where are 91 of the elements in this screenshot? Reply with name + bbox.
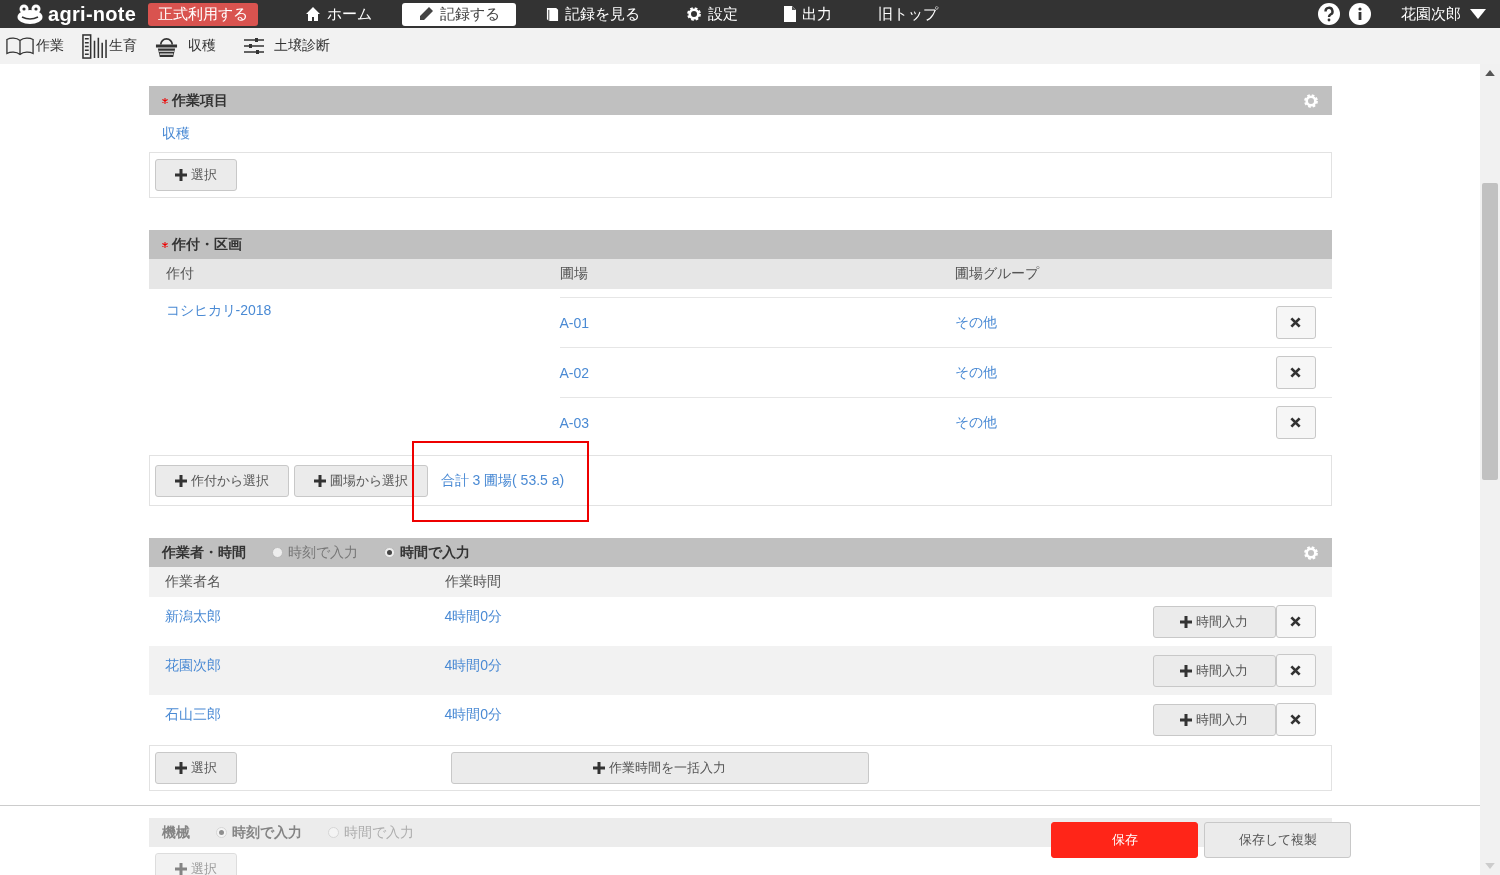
work-item-link[interactable]: 収穫 — [161, 124, 190, 143]
column-header: 作付 — [164, 265, 195, 283]
help-icon[interactable] — [1318, 3, 1340, 25]
user-menu[interactable]: 花園次郎 — [1401, 4, 1486, 24]
remove-button[interactable] — [1275, 406, 1316, 439]
section-title: 作業項目 — [171, 91, 228, 110]
nav-link[interactable]: 設定 — [670, 2, 755, 26]
nav-link[interactable]: ホーム — [289, 2, 389, 26]
open-book-icon — [6, 36, 34, 56]
radio-label: 時間で入力 — [343, 823, 414, 842]
select-button[interactable]: 作付から選択 — [154, 464, 289, 497]
plus-icon — [1180, 664, 1192, 677]
section-title: 機械 — [161, 823, 190, 842]
plus-icon — [174, 762, 187, 774]
worker-link[interactable]: 新潟太郎 — [164, 608, 221, 624]
nav-link[interactable]: 記録を見る — [530, 2, 657, 26]
select-button[interactable]: 選択 — [154, 752, 237, 784]
close-icon — [1290, 665, 1301, 676]
field-group-link[interactable]: その他 — [954, 314, 997, 330]
status-badge[interactable]: 正式利用する — [148, 2, 259, 26]
select-button[interactable]: 圃場から選択 — [293, 464, 428, 497]
save-button[interactable]: 保存 — [1051, 822, 1198, 858]
radio-label: 時刻で入力 — [287, 543, 358, 562]
radio-button[interactable] — [271, 547, 283, 558]
pencil-icon — [418, 6, 435, 22]
book-icon — [546, 6, 560, 22]
select-button[interactable]: 選択 — [154, 159, 237, 191]
plus-icon — [174, 169, 187, 181]
logo-text: agri-note — [48, 2, 137, 26]
radio-button[interactable] — [327, 827, 339, 838]
scrollbar-thumb[interactable] — [1482, 183, 1498, 480]
nav-link[interactable]: 出力 — [768, 2, 849, 26]
close-icon — [1290, 714, 1301, 725]
plus-icon — [174, 474, 187, 487]
subnav-link[interactable]: 生育 — [82, 33, 137, 59]
radio-label: 時刻で入力 — [231, 823, 302, 842]
time-input-button[interactable]: 時間入力 — [1152, 703, 1276, 736]
plus-icon — [174, 863, 187, 875]
sliders-icon — [244, 37, 264, 55]
radio-label: 時間で入力 — [399, 543, 470, 562]
field-group-link[interactable]: その他 — [954, 364, 997, 380]
close-icon — [1290, 616, 1301, 627]
close-icon — [1290, 317, 1301, 328]
column-header: 圃場 — [559, 265, 589, 283]
field-link[interactable]: A-01 — [559, 314, 590, 331]
column-header: 作業者名 — [163, 573, 222, 591]
scroll-up-icon[interactable] — [1485, 70, 1495, 76]
close-icon — [1290, 417, 1301, 428]
subnav-link[interactable]: 作業 — [6, 36, 64, 56]
work-time-link[interactable]: 4時間0分 — [444, 706, 503, 722]
column-header: 圃場グループ — [954, 265, 1040, 283]
remove-button[interactable] — [1275, 356, 1316, 389]
worker-link[interactable]: 石山三郎 — [164, 706, 221, 722]
plus-icon — [1180, 713, 1192, 726]
crop-link[interactable]: コシヒカリ-2018 — [165, 302, 272, 318]
radio-button[interactable] — [383, 547, 395, 558]
remove-button[interactable] — [1275, 306, 1316, 339]
section-title: 作付・区画 — [171, 235, 242, 254]
work-time-link[interactable]: 4時間0分 — [444, 608, 503, 624]
radio-option[interactable]: 時間で入力 — [383, 543, 470, 562]
frog-icon — [17, 4, 43, 24]
remove-button[interactable] — [1275, 703, 1316, 736]
remove-button[interactable] — [1275, 605, 1316, 638]
info-icon[interactable] — [1349, 3, 1371, 25]
caret-icon — [1470, 9, 1486, 19]
nav-link[interactable]: 旧トップ — [862, 2, 955, 26]
home-icon — [305, 6, 322, 22]
column-header: 作業時間 — [444, 573, 502, 591]
time-input-button[interactable]: 時間入力 — [1152, 605, 1276, 638]
field-group-link[interactable]: その他 — [954, 414, 997, 430]
save-and-copy-button[interactable]: 保存して複製 — [1204, 822, 1351, 858]
settings-icon — [686, 6, 703, 22]
ruler-icon — [82, 33, 107, 59]
nav-link[interactable]: 記録する — [402, 2, 517, 26]
bulk-input-button[interactable]: 作業時間を一括入力 — [450, 752, 869, 784]
subnav-link[interactable]: 土壌診断 — [244, 37, 330, 55]
radio-button[interactable] — [215, 827, 227, 838]
close-icon — [1290, 367, 1301, 378]
app-logo[interactable]: agri-note — [17, 2, 137, 26]
section-title: 作業者・時間 — [161, 543, 246, 562]
time-input-button[interactable]: 時間入力 — [1152, 654, 1276, 687]
plus-icon — [1180, 615, 1192, 628]
scrollbar[interactable] — [1480, 64, 1500, 875]
plus-icon — [593, 762, 605, 774]
total-area-link[interactable]: 合計 3 圃場( 53.5 a) — [440, 472, 565, 488]
field-link[interactable]: A-02 — [559, 364, 590, 381]
file-icon — [784, 6, 797, 22]
subnav-link[interactable]: 収穫 — [155, 34, 216, 58]
remove-button[interactable] — [1275, 654, 1316, 687]
plus-icon — [313, 474, 326, 487]
field-link[interactable]: A-03 — [559, 414, 590, 431]
